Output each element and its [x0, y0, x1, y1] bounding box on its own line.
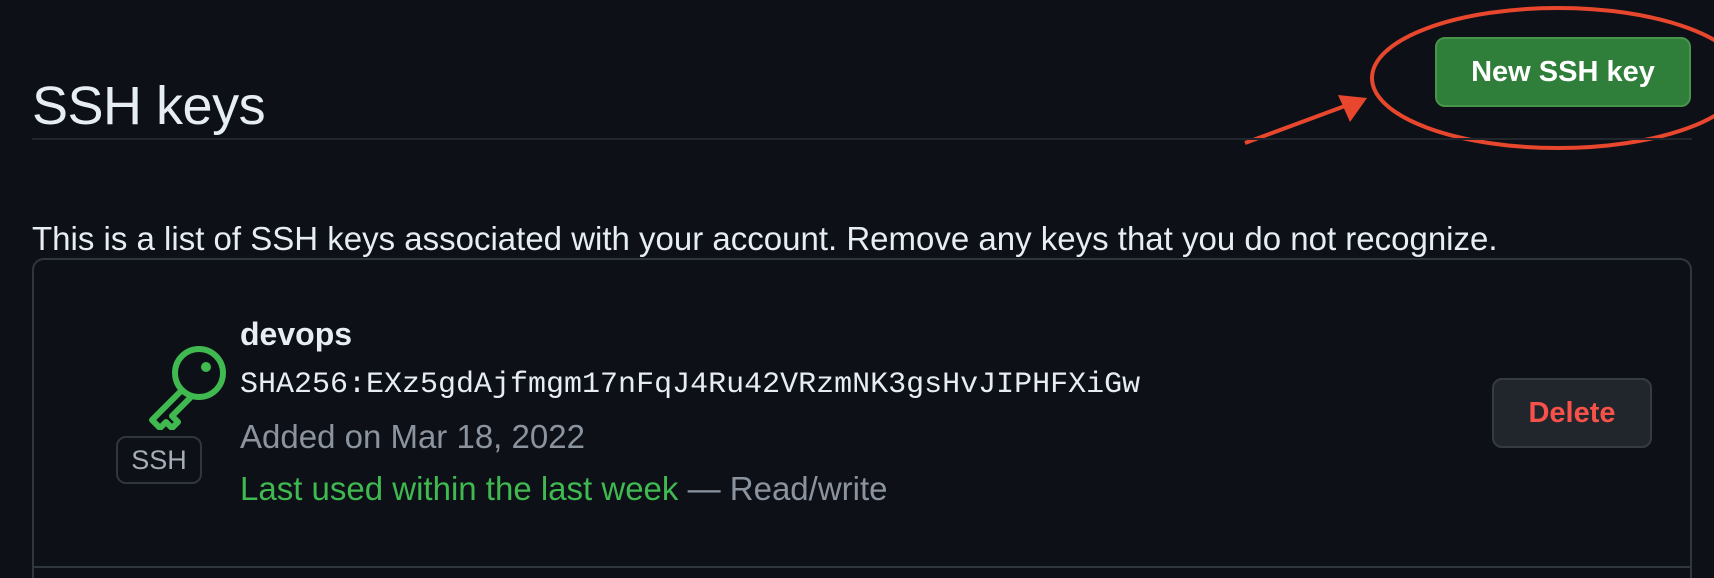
key-added-date: Added on Mar 18, 2022	[240, 418, 585, 455]
key-row-divider	[34, 566, 1690, 568]
ssh-key-list: SSH devops SHA256:EXz5gdAjfmgm17nFqJ4Ru4…	[32, 258, 1692, 578]
page-title: SSH keys	[32, 76, 266, 137]
key-last-used: Last used within the last week	[240, 470, 679, 507]
ssh-badge: SSH	[116, 436, 202, 484]
delete-key-button[interactable]: Delete	[1492, 378, 1652, 448]
annotation-arrowhead	[1338, 95, 1367, 122]
new-ssh-key-button[interactable]: New SSH key	[1435, 37, 1691, 107]
key-usage: Last used within the last week — Read/wr…	[240, 470, 888, 508]
title-divider	[32, 138, 1692, 140]
key-access-level: — Read/write	[687, 470, 888, 507]
description-text: This is a list of SSH keys associated wi…	[32, 220, 1498, 257]
key-icon-hole	[201, 362, 211, 372]
ssh-keys-page: SSH keys New SSH key This is a list of S…	[0, 0, 1714, 578]
key-fingerprint: SHA256:EXz5gdAjfmgm17nFqJ4Ru42VRzmNK3gsH…	[240, 368, 1141, 402]
key-icon	[149, 346, 226, 430]
key-name: devops	[240, 316, 353, 352]
